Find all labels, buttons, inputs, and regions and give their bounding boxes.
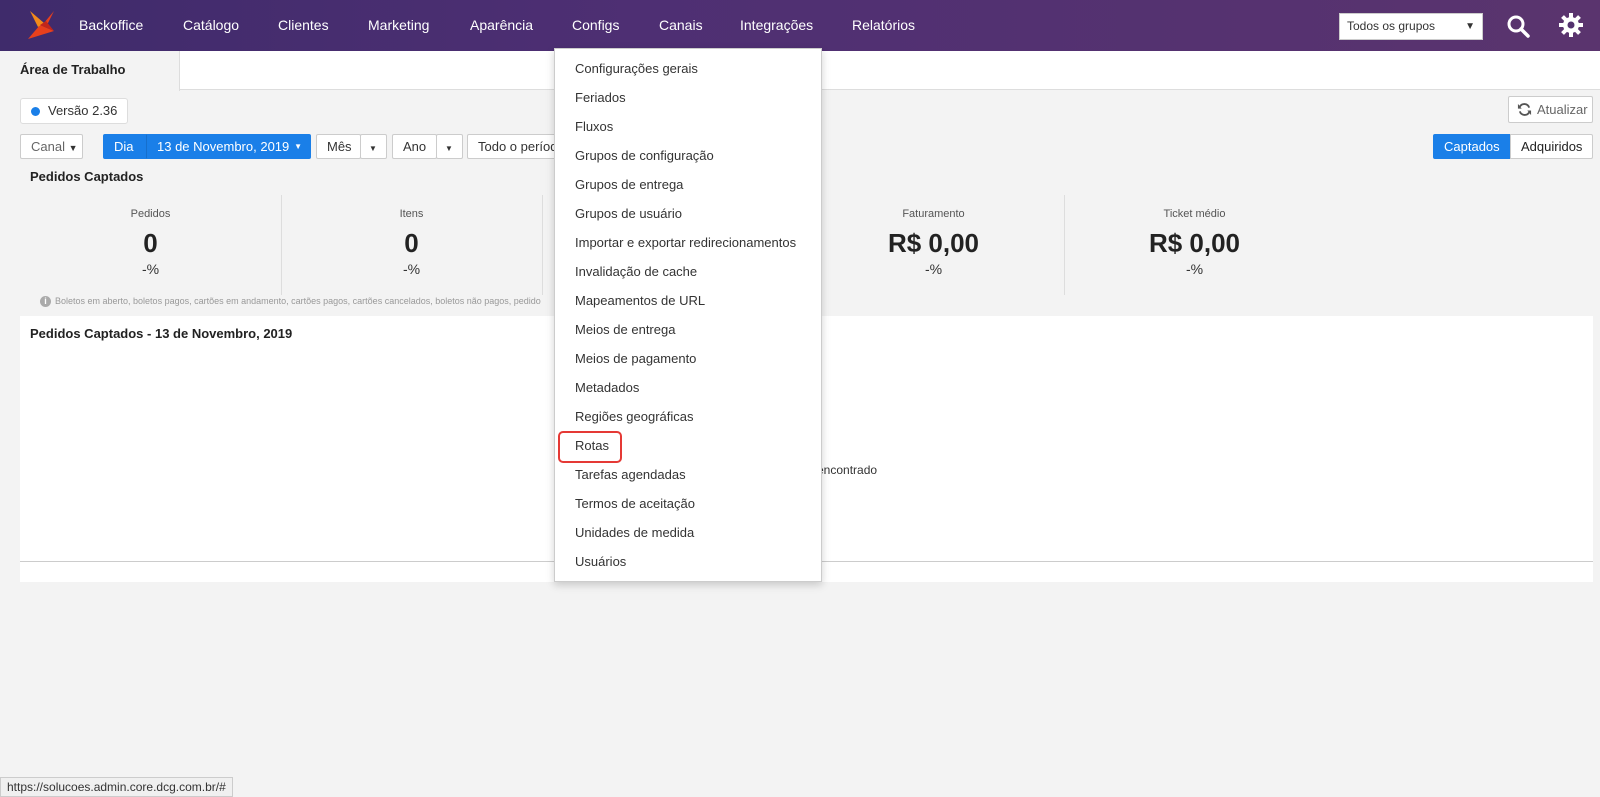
caret-down-icon: ▼	[294, 142, 302, 151]
nav-configs[interactable]: Configs	[572, 0, 619, 51]
caret-down-icon: ▼	[68, 143, 78, 153]
date-value: 13 de Novembro, 2019	[157, 139, 290, 154]
version-badge: Versão 2.36	[20, 98, 129, 124]
nav-clientes[interactable]: Clientes	[278, 0, 329, 51]
day-button[interactable]: Dia	[103, 134, 146, 159]
nav-integracoes[interactable]: Integrações	[740, 0, 813, 51]
month-button[interactable]: Mês	[316, 134, 361, 159]
adquiridos-toggle[interactable]: Adquiridos	[1510, 134, 1593, 159]
dropdown-arrow-icon: ▼	[1465, 21, 1475, 32]
stat-percent: -%	[924, 261, 943, 277]
version-label: Versão 2.36	[48, 103, 118, 118]
section-title: Pedidos Captados	[30, 169, 144, 184]
stat-label: Ticket médio	[1163, 208, 1226, 220]
top-navbar: Backoffice Catálogo Clientes Marketing A…	[0, 0, 1600, 51]
stat-value: 0	[404, 228, 419, 258]
stat-percent: -%	[1185, 261, 1204, 277]
menu-item-grupos-de-entrega[interactable]: Grupos de entrega	[575, 177, 683, 192]
stat-faturamento: Faturamento R$ 0,00 -%	[803, 195, 1064, 295]
note-text: Boletos em aberto, boletos pagos, cartõe…	[55, 296, 541, 306]
nav-backoffice[interactable]: Backoffice	[79, 0, 143, 51]
canal-dropdown[interactable]: Canal ▼	[20, 134, 83, 159]
caret-down-icon: ▼	[369, 144, 377, 153]
stat-percent: -%	[141, 261, 160, 277]
menu-item-grupos-de-usuario[interactable]: Grupos de usuário	[575, 206, 682, 221]
canal-label: Canal	[31, 139, 65, 154]
year-button[interactable]: Ano	[392, 134, 437, 159]
menu-item-metadados[interactable]: Metadados	[575, 380, 639, 395]
status-dot-icon	[31, 107, 40, 116]
menu-item-grupos-de-configuracao[interactable]: Grupos de configuração	[575, 148, 714, 163]
menu-item-configuracoes-gerais[interactable]: Configurações gerais	[575, 61, 698, 76]
logo-icon[interactable]	[26, 9, 56, 41]
menu-item-invalidacao-de-cache[interactable]: Invalidação de cache	[575, 264, 697, 279]
menu-item-meios-de-entrega[interactable]: Meios de entrega	[575, 322, 675, 337]
period-dropdown[interactable]: Todo o períod	[467, 134, 567, 159]
empty-state-text: encontrado	[817, 463, 878, 477]
stat-value: 0	[143, 228, 158, 258]
menu-item-usuarios[interactable]: Usuários	[575, 554, 626, 569]
date-picker[interactable]: 13 de Novembro, 2019 ▼	[146, 134, 311, 159]
menu-item-termos-de-aceitacao[interactable]: Termos de aceitação	[575, 496, 695, 511]
captados-toggle[interactable]: Captados	[1433, 134, 1511, 159]
refresh-button[interactable]: Atualizar	[1508, 96, 1593, 123]
info-icon: i	[40, 296, 51, 307]
stat-pedidos: Pedidos 0 -%	[20, 195, 281, 295]
stat-percent: -%	[402, 261, 421, 277]
stat-value: R$ 0,00	[887, 228, 980, 258]
nav-catalogo[interactable]: Catálogo	[183, 0, 239, 51]
panel-title: Pedidos Captados - 13 de Novembro, 2019	[30, 326, 293, 341]
menu-item-regioes-geograficas[interactable]: Regiões geográficas	[575, 409, 694, 424]
menu-item-unidades-de-medida[interactable]: Unidades de medida	[575, 525, 694, 540]
group-select[interactable]: Todos os grupos ▼	[1339, 13, 1483, 40]
search-icon[interactable]	[1506, 14, 1530, 38]
rotas-highlight-box	[558, 431, 622, 463]
month-caret-button[interactable]: ▼	[360, 134, 387, 159]
menu-item-mapeamentos-de-url[interactable]: Mapeamentos de URL	[575, 293, 705, 308]
group-select-value: Todos os grupos	[1347, 19, 1436, 33]
nav-relatorios[interactable]: Relatórios	[852, 0, 915, 51]
tab-area-de-trabalho[interactable]: Área de Trabalho	[0, 51, 180, 91]
divider	[542, 195, 543, 295]
gear-icon[interactable]	[1559, 13, 1583, 37]
menu-item-importar-exportar-redirecionamentos[interactable]: Importar e exportar redirecionamentos	[575, 235, 796, 250]
refresh-label: Atualizar	[1537, 102, 1588, 117]
nav-aparencia[interactable]: Aparência	[470, 0, 533, 51]
caret-down-icon: ▼	[445, 144, 453, 153]
stat-label: Itens	[399, 208, 424, 220]
info-note: i Boletos em aberto, boletos pagos, cartõ…	[40, 296, 541, 307]
refresh-icon	[1517, 103, 1532, 116]
stat-value: R$ 0,00	[1148, 228, 1241, 258]
configs-dropdown-menu: Configurações gerais Feriados Fluxos Gru…	[554, 48, 822, 582]
stat-ticket-medio: Ticket médio R$ 0,00 -%	[1064, 195, 1325, 295]
nav-canais[interactable]: Canais	[659, 0, 703, 51]
menu-item-meios-de-pagamento[interactable]: Meios de pagamento	[575, 351, 696, 366]
menu-item-fluxos[interactable]: Fluxos	[575, 119, 613, 134]
menu-item-tarefas-agendadas[interactable]: Tarefas agendadas	[575, 467, 686, 482]
stat-label: Pedidos	[130, 208, 171, 220]
nav-marketing[interactable]: Marketing	[368, 0, 429, 51]
year-caret-button[interactable]: ▼	[436, 134, 463, 159]
menu-item-feriados[interactable]: Feriados	[575, 90, 626, 105]
stat-itens: Itens 0 -%	[281, 195, 542, 295]
stat-label: Faturamento	[902, 208, 965, 220]
status-bar-url: https://solucoes.admin.core.dcg.com.br/#	[0, 777, 233, 797]
